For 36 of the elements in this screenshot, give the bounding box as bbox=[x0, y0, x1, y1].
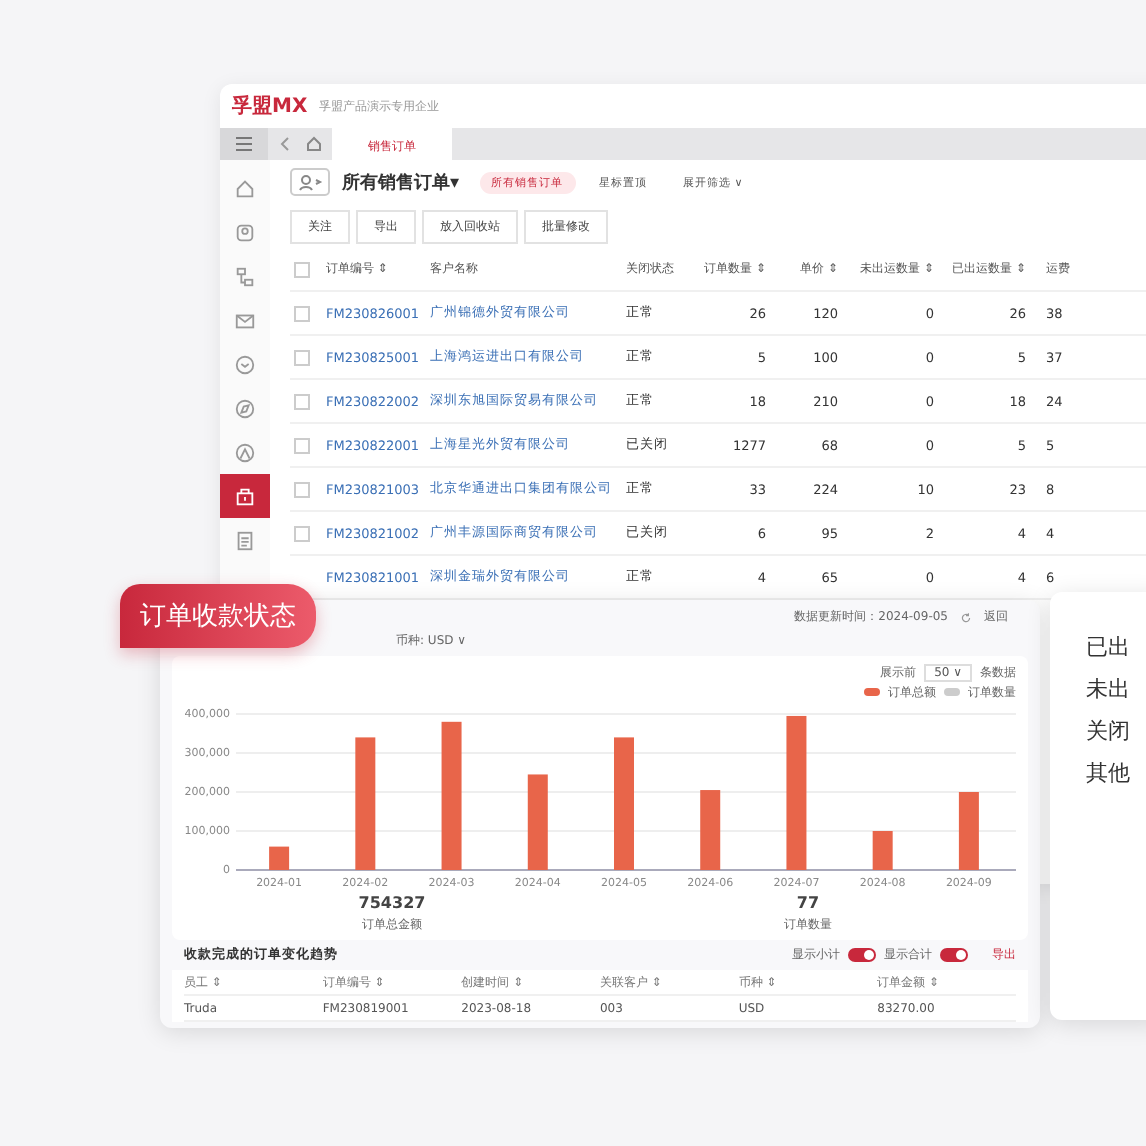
stat-value: 754327 bbox=[358, 894, 426, 912]
bar bbox=[958, 792, 979, 870]
stat-value: 77 bbox=[796, 894, 820, 912]
bar bbox=[614, 737, 634, 870]
legend-swatch bbox=[864, 688, 880, 696]
view-title[interactable]: 所有销售订单▾ bbox=[342, 169, 460, 195]
checkbox[interactable] bbox=[294, 437, 310, 453]
person-switch-icon[interactable] bbox=[290, 168, 330, 196]
mail-icon[interactable] bbox=[234, 309, 256, 331]
home-icon[interactable] bbox=[234, 177, 256, 199]
bar bbox=[527, 774, 548, 870]
bar bbox=[700, 790, 721, 870]
compass-icon[interactable] bbox=[234, 397, 256, 419]
sidebar-item[interactable] bbox=[220, 474, 270, 518]
checkbox[interactable] bbox=[294, 349, 310, 365]
bar bbox=[269, 846, 290, 870]
checkbox[interactable] bbox=[294, 261, 310, 277]
doc-icon[interactable] bbox=[234, 529, 256, 551]
checkbox[interactable] bbox=[294, 393, 310, 409]
status-item[interactable]: 已出 bbox=[1086, 632, 1146, 662]
toggle-switch[interactable] bbox=[848, 948, 876, 962]
logo: 孚盟MX bbox=[232, 93, 308, 120]
section-badge: 订单收款状态 bbox=[120, 584, 316, 648]
bar bbox=[872, 831, 893, 870]
status-item[interactable]: 关闭 bbox=[1086, 716, 1146, 746]
checkbox[interactable] bbox=[294, 305, 310, 321]
refresh-icon[interactable] bbox=[960, 611, 972, 623]
org-icon[interactable] bbox=[234, 265, 256, 287]
menu-icon[interactable] bbox=[220, 128, 268, 160]
checkbox[interactable] bbox=[294, 481, 310, 497]
home-icon[interactable] bbox=[304, 134, 324, 154]
toggle-switch[interactable] bbox=[940, 948, 968, 962]
bar bbox=[355, 737, 376, 870]
status-item[interactable]: 未出 bbox=[1086, 674, 1146, 704]
status-item[interactable]: 其他 bbox=[1086, 758, 1146, 788]
checkbox[interactable] bbox=[294, 525, 310, 541]
